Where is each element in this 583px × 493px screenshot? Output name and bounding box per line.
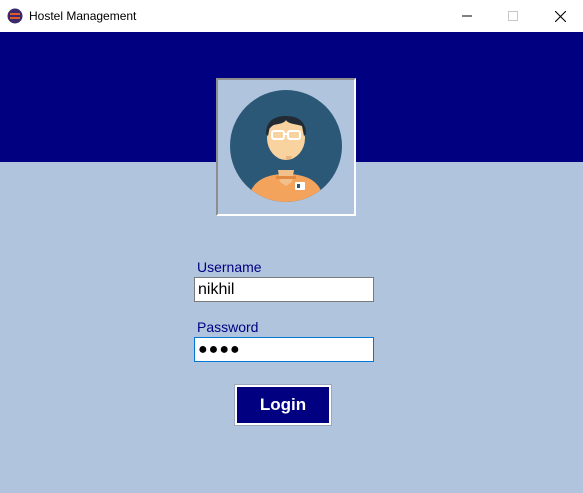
user-avatar-icon (230, 90, 342, 202)
password-label: Password (197, 319, 259, 335)
hostel-app-icon (7, 8, 23, 24)
login-button[interactable]: Login (234, 384, 332, 426)
title-bar: Hostel Management (0, 0, 583, 32)
avatar-frame (216, 78, 356, 216)
window-title: Hostel Management (29, 9, 137, 23)
minimize-button[interactable] (444, 0, 490, 32)
maximize-icon (508, 11, 518, 21)
login-window: Hostel Management Username nikhil Passwo… (0, 0, 583, 493)
username-field[interactable]: nikhil (194, 277, 374, 302)
close-button[interactable] (537, 0, 583, 32)
password-field[interactable]: ●●●● (194, 337, 374, 362)
username-label: Username (197, 259, 262, 275)
maximize-button[interactable] (490, 0, 536, 32)
close-icon (554, 10, 566, 22)
minimize-icon (462, 15, 472, 17)
